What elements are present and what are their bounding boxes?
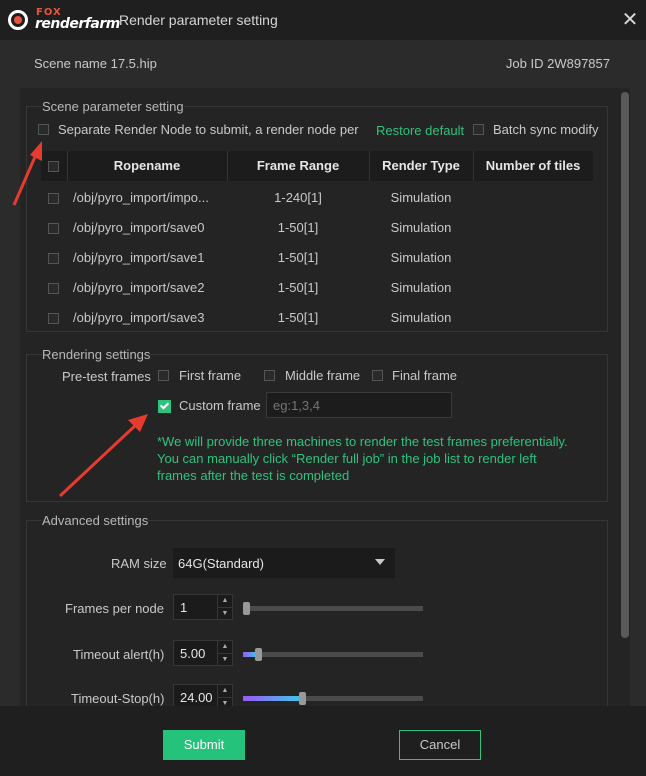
dialog-footer: Submit Cancel <box>0 706 646 776</box>
annotation-arrow <box>58 414 148 498</box>
annotation-arrows <box>12 141 148 498</box>
cancel-button[interactable]: Cancel <box>399 730 481 760</box>
annotation-arrow <box>12 141 42 206</box>
submit-button[interactable]: Submit <box>163 730 245 760</box>
